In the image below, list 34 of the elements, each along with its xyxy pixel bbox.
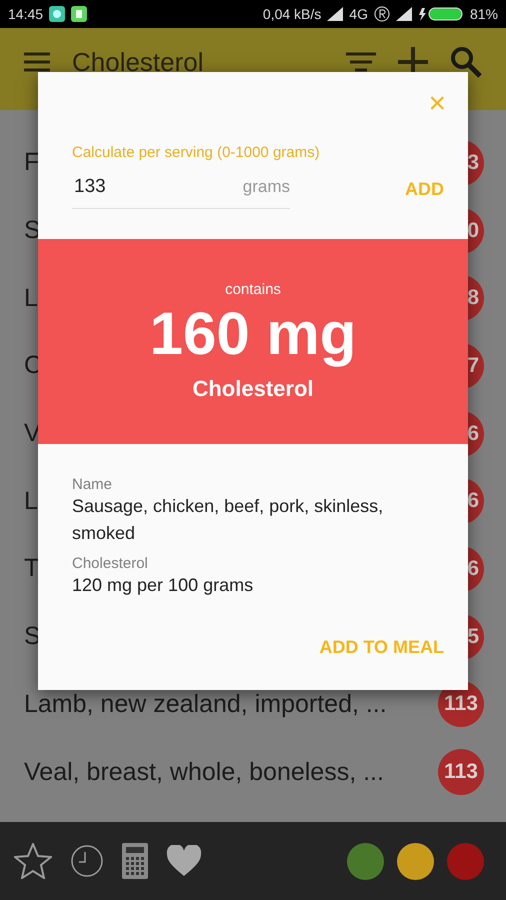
- star-icon[interactable]: [14, 843, 52, 879]
- menu-icon[interactable]: [24, 52, 50, 72]
- network-speed: 0,04 kB/s: [262, 6, 322, 22]
- sort-icon[interactable]: [346, 52, 376, 72]
- color-filter[interactable]: [397, 842, 434, 880]
- food-name[interactable]: Veal, breast, whole, boneless, ...: [24, 758, 438, 787]
- battery-level: 81%: [470, 6, 498, 22]
- status-time: 14:45: [8, 6, 44, 22]
- network-type: 4G: [349, 6, 368, 22]
- clipboard-icon: [71, 6, 88, 22]
- nutrient-value: 120 mg per 100 grams: [72, 574, 254, 597]
- food-name-value: Sausage, chicken, beef, pork, skinless, smoked: [72, 495, 384, 545]
- contains-label: contains: [225, 281, 281, 298]
- signal-icon: [396, 7, 412, 21]
- nutrient-name: Cholesterol: [192, 376, 314, 402]
- amount-value: 160 mg: [150, 299, 356, 369]
- clock-icon[interactable]: [70, 844, 104, 878]
- color-filter[interactable]: [447, 842, 484, 880]
- app-icon: [49, 6, 66, 22]
- nutrient-label: Cholesterol: [72, 555, 149, 572]
- registered-icon: [374, 6, 390, 22]
- calculator-icon[interactable]: [122, 843, 148, 879]
- signal-icon: [327, 7, 344, 21]
- serving-field[interactable]: 133: [72, 174, 243, 198]
- name-label: Name: [72, 476, 114, 493]
- heart-icon[interactable]: [166, 845, 202, 877]
- search-icon[interactable]: [450, 46, 482, 78]
- cholesterol-badge: 113: [438, 749, 484, 796]
- toolbar-title: Cholesterol: [72, 46, 205, 78]
- serving-label: Calculate per serving (0-1000 grams): [72, 144, 321, 161]
- unit-label: grams: [242, 176, 290, 196]
- color-filter[interactable]: [347, 842, 384, 880]
- food-name[interactable]: Lamb, new zealand, imported, ...: [24, 690, 438, 719]
- battery-icon: [418, 6, 464, 22]
